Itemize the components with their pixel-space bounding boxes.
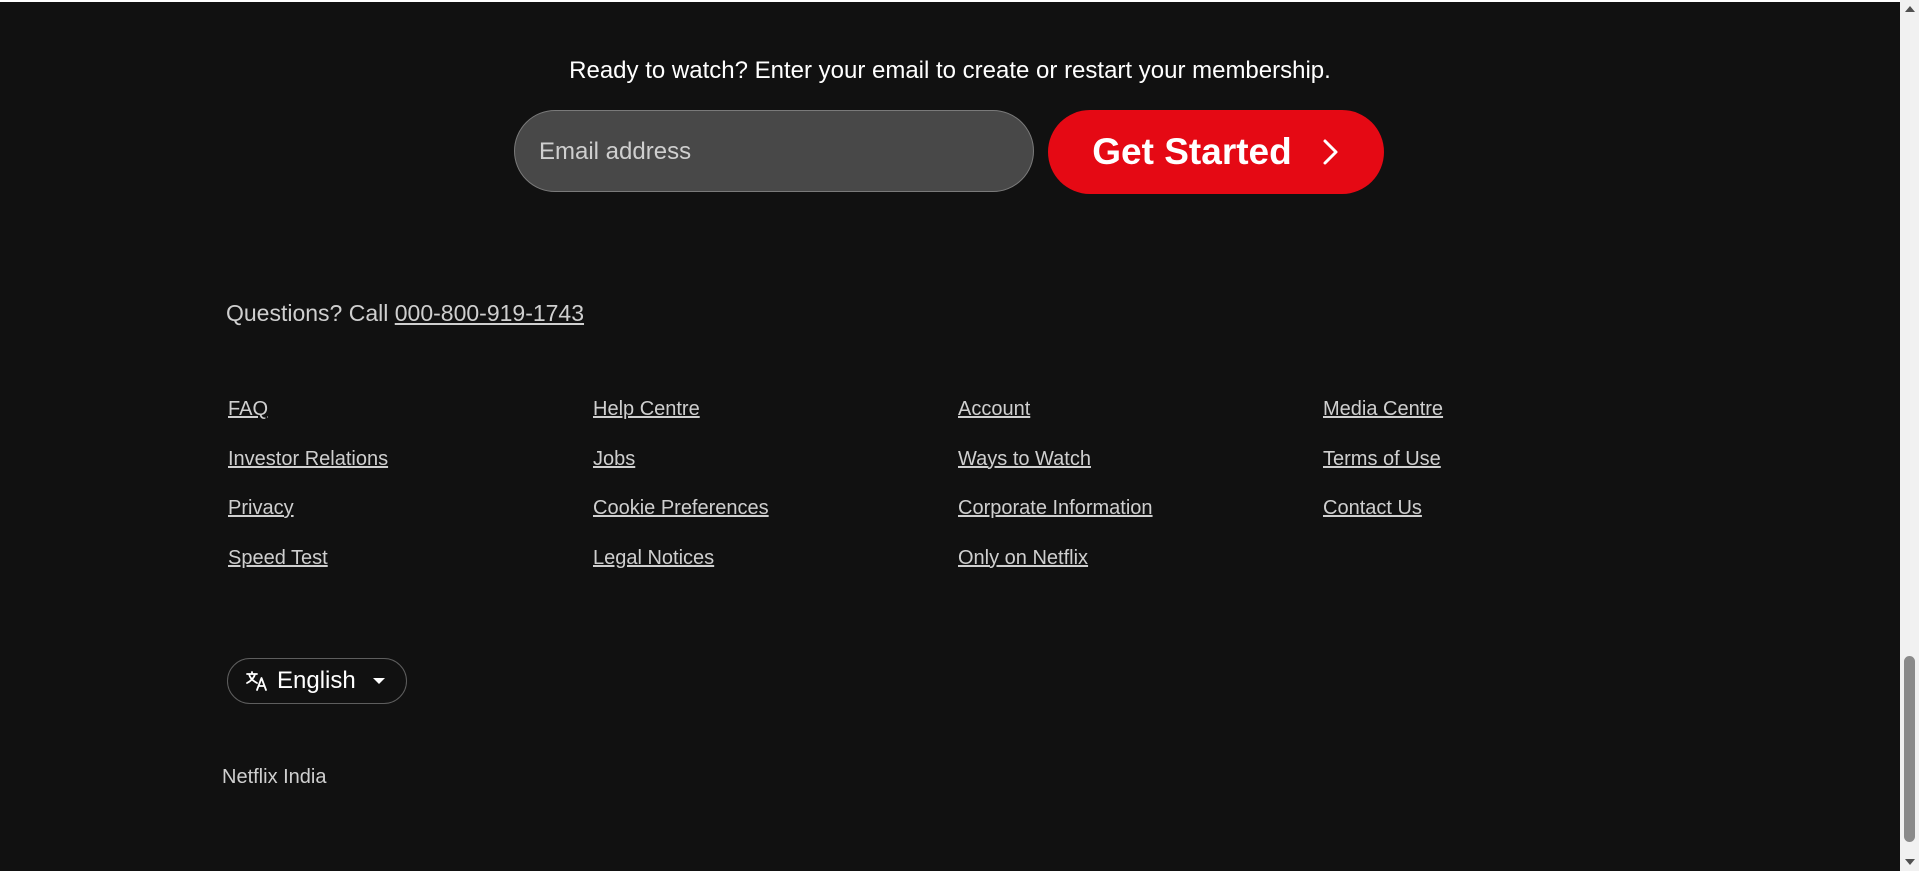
footer-link[interactable]: Media Centre [1323, 396, 1443, 422]
footer-link[interactable]: Contact Us [1323, 495, 1422, 521]
footer-link[interactable]: Privacy [228, 495, 294, 521]
page-footer-section: Ready to watch? Enter your email to crea… [0, 2, 1900, 871]
footer-link[interactable]: Help Centre [593, 396, 700, 422]
scrollbar[interactable] [1900, 0, 1919, 871]
footer-link[interactable]: Investor Relations [228, 446, 388, 472]
footer-link[interactable]: Account [958, 396, 1030, 422]
language-selector[interactable]: English [227, 658, 407, 704]
scroll-thumb[interactable] [1904, 656, 1915, 842]
country-label: Netflix India [222, 766, 327, 788]
footer-link[interactable]: Terms of Use [1323, 446, 1441, 472]
language-label: English [277, 667, 356, 694]
translate-icon [245, 670, 269, 692]
footer-link[interactable]: Corporate Information [958, 495, 1153, 521]
phone-link[interactable]: 000-800-919-1743 [395, 300, 584, 326]
footer-link[interactable]: Legal Notices [593, 545, 714, 571]
get-started-button[interactable]: Get Started [1048, 110, 1384, 194]
footer-link[interactable]: Speed Test [228, 545, 328, 571]
email-field[interactable] [537, 111, 1011, 193]
footer-link[interactable]: FAQ [228, 396, 268, 422]
caret-down-icon [372, 677, 386, 685]
footer-link[interactable]: Ways to Watch [958, 446, 1091, 472]
email-field-container[interactable] [514, 110, 1034, 193]
chevron-right-icon [1322, 138, 1340, 166]
questions-prefix: Questions? Call [226, 300, 395, 326]
scroll-down-arrow-icon[interactable] [1900, 854, 1919, 871]
questions-text: Questions? Call 000-800-919-1743 [226, 298, 584, 328]
scroll-up-arrow-icon[interactable] [1900, 0, 1919, 17]
cta-text: Ready to watch? Enter your email to crea… [569, 57, 1331, 84]
footer-link[interactable]: Jobs [593, 446, 635, 472]
get-started-label: Get Started [1092, 131, 1292, 172]
footer-link[interactable]: Only on Netflix [958, 545, 1088, 571]
footer-link[interactable]: Cookie Preferences [593, 495, 769, 521]
